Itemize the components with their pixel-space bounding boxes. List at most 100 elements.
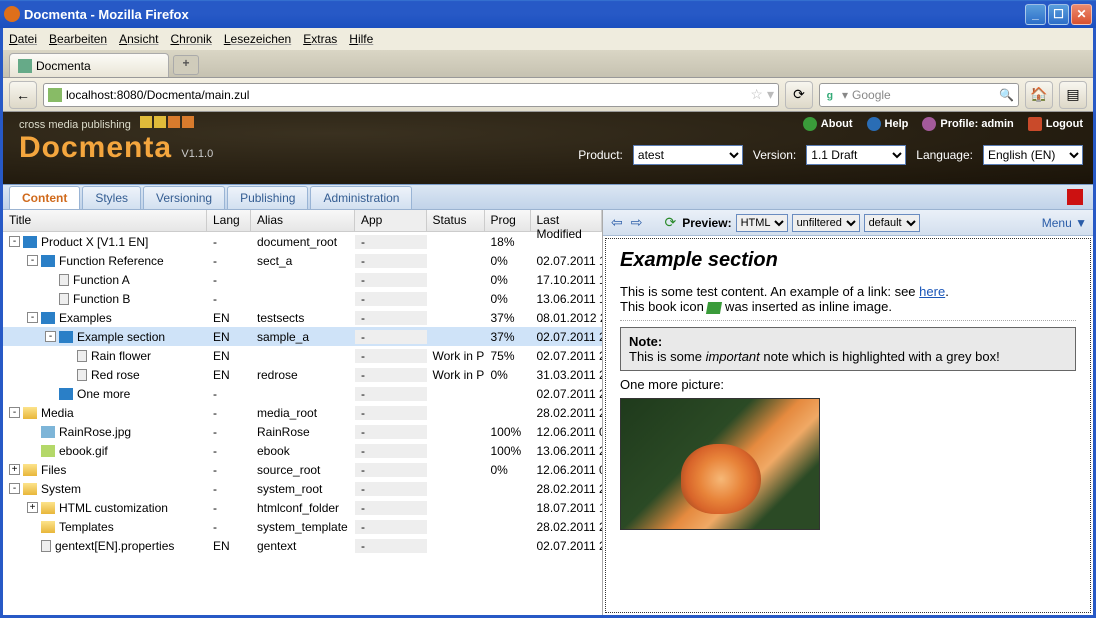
tab-content[interactable]: Content [9,186,80,209]
help-link[interactable]: Help [867,116,909,131]
preview-forward-button[interactable]: ⇨ [629,214,645,231]
tree-header: Title Lang Alias App Status Prog Last Mo… [3,210,602,232]
firefox-menu-item[interactable]: Datei [9,32,37,46]
tree-row[interactable]: +Files-source_root-0%12.06.2011 01:1 [3,460,602,479]
tree-row[interactable]: -Example sectionENsample_a-37%02.07.2011… [3,327,602,346]
firefox-menu-item[interactable]: Extras [303,32,337,46]
pdf-icon[interactable] [1067,189,1083,205]
expand-toggle[interactable]: - [27,312,38,323]
firefox-menu-item[interactable]: Lesezeichen [224,32,291,46]
tree-row[interactable]: gentext[EN].propertiesENgentext-02.07.20… [3,536,602,555]
minimize-button[interactable]: _ [1025,4,1046,25]
tab-administration[interactable]: Administration [310,186,412,209]
tree-row[interactable]: RainRose.jpg-RainRose-100%12.06.2011 01:… [3,422,602,441]
cell-alias: system_root [251,482,355,496]
close-button[interactable]: ✕ [1071,4,1092,25]
version-select[interactable]: 1.1 Draft [806,145,906,165]
preview-link[interactable]: here [919,284,945,299]
firefox-menu-item[interactable]: Ansicht [119,32,158,46]
browser-tab[interactable]: Docmenta [9,53,169,77]
cell-app: - [355,444,427,458]
tab-versioning[interactable]: Versioning [143,186,225,209]
expand-toggle[interactable]: - [9,407,20,418]
tree-row[interactable]: Red roseENredrose-Work in P0%31.03.2011 … [3,365,602,384]
preview-paragraph: This is some test content. An example of… [620,284,1076,321]
node-label: Rain flower [91,349,151,363]
search-box[interactable]: g ▾ Google 🔍 [819,83,1019,107]
node-label: Red rose [91,368,140,382]
tree-row[interactable]: -Product X [V1.1 EN]-document_root-18% [3,232,602,251]
tree-row[interactable]: Templates-system_template-28.02.2011 23:… [3,517,602,536]
cell-lang: - [207,406,251,420]
cell-lang: - [207,387,251,401]
note-box: Note: This is some important note which … [620,327,1076,371]
expand-toggle[interactable]: - [45,331,56,342]
tree-row[interactable]: One more--02.07.2011 22:3 [3,384,602,403]
node-label: Example section [77,330,165,344]
cell-prog: 100% [485,444,531,458]
logout-link[interactable]: Logout [1028,116,1083,131]
tree-row[interactable]: Function A--0%17.10.2011 19:2 [3,270,602,289]
node-label: One more [77,387,130,401]
expand-toggle[interactable]: + [9,464,20,475]
language-label: Language: [916,148,973,162]
cell-lang: EN [207,311,251,325]
cell-prog: 37% [485,330,531,344]
tree-row[interactable]: -ExamplesENtestsects-37%08.01.2012 21:1 [3,308,602,327]
back-button[interactable]: ← [9,81,37,109]
tree-body: -Product X [V1.1 EN]-document_root-18%-F… [3,232,602,615]
col-prog[interactable]: Prog [485,210,531,231]
window-titlebar: Docmenta - Mozilla Firefox _ ☐ ✕ [0,0,1096,28]
preview-paragraph: One more picture: [620,377,1076,392]
cell-status: Work in P [427,368,485,382]
tree-row[interactable]: +HTML customization-htmlconf_folder-18.0… [3,498,602,517]
tree-row[interactable]: -System-system_root-28.02.2011 23:0 [3,479,602,498]
tree-row[interactable]: Rain flowerEN-Work in P75%02.07.2011 23:… [3,346,602,365]
preview-refresh-button[interactable]: ⟳ [662,214,678,231]
product-select[interactable]: atest [633,145,743,165]
url-input[interactable] [66,88,746,102]
bookmark-star-icon[interactable]: ☆ [750,86,763,103]
col-lastmodified[interactable]: Last Modified [531,210,603,231]
tree-row[interactable]: -Function Reference-sect_a-0%02.07.2011 … [3,251,602,270]
cell-lm: 02.07.2011 22:3 [531,387,603,401]
folder-icon [23,407,37,419]
url-bar[interactable]: ☆ ▾ [43,83,779,107]
firefox-menu-item[interactable]: Hilfe [349,32,373,46]
preview-menu-button[interactable]: Menu ▼ [1042,216,1087,230]
cell-app: - [355,292,427,306]
col-alias[interactable]: Alias [251,210,355,231]
col-app[interactable]: App [355,210,427,231]
preview-filter-select[interactable]: unfiltered [792,214,860,232]
tree-row[interactable]: Function B--0%13.06.2011 18:3 [3,289,602,308]
preview-back-button[interactable]: ⇦ [609,214,625,231]
expand-toggle[interactable]: - [27,255,38,266]
bookmarks-button[interactable]: ▤ [1059,81,1087,109]
home-button[interactable]: 🏠 [1025,81,1053,109]
language-select[interactable]: English (EN) [983,145,1083,165]
node-label: ebook.gif [59,444,108,458]
search-icon[interactable]: 🔍 [999,88,1014,102]
col-title[interactable]: Title [3,210,207,231]
profile-link[interactable]: Profile: admin [922,116,1013,131]
col-lang[interactable]: Lang [207,210,251,231]
col-status[interactable]: Status [427,210,485,231]
expand-toggle[interactable]: - [9,483,20,494]
new-tab-button[interactable]: + [173,55,199,75]
tree-row[interactable]: -Media-media_root-28.02.2011 23:0 [3,403,602,422]
reload-button[interactable]: ⟳ [785,81,813,109]
url-dropdown-icon[interactable]: ▾ [767,86,774,103]
tab-styles[interactable]: Styles [82,186,141,209]
cell-alias: sample_a [251,330,355,344]
firefox-menu-item[interactable]: Bearbeiten [49,32,107,46]
cell-alias: document_root [251,235,355,249]
expand-toggle[interactable]: - [9,236,20,247]
tab-publishing[interactable]: Publishing [227,186,308,209]
maximize-button[interactable]: ☐ [1048,4,1069,25]
preview-variant-select[interactable]: default [864,214,920,232]
firefox-menu-item[interactable]: Chronik [170,32,211,46]
tree-row[interactable]: ebook.gif-ebook-100%13.06.2011 20:2 [3,441,602,460]
preview-format-select[interactable]: HTML [736,214,788,232]
about-link[interactable]: About [803,116,853,131]
expand-toggle[interactable]: + [27,502,38,513]
